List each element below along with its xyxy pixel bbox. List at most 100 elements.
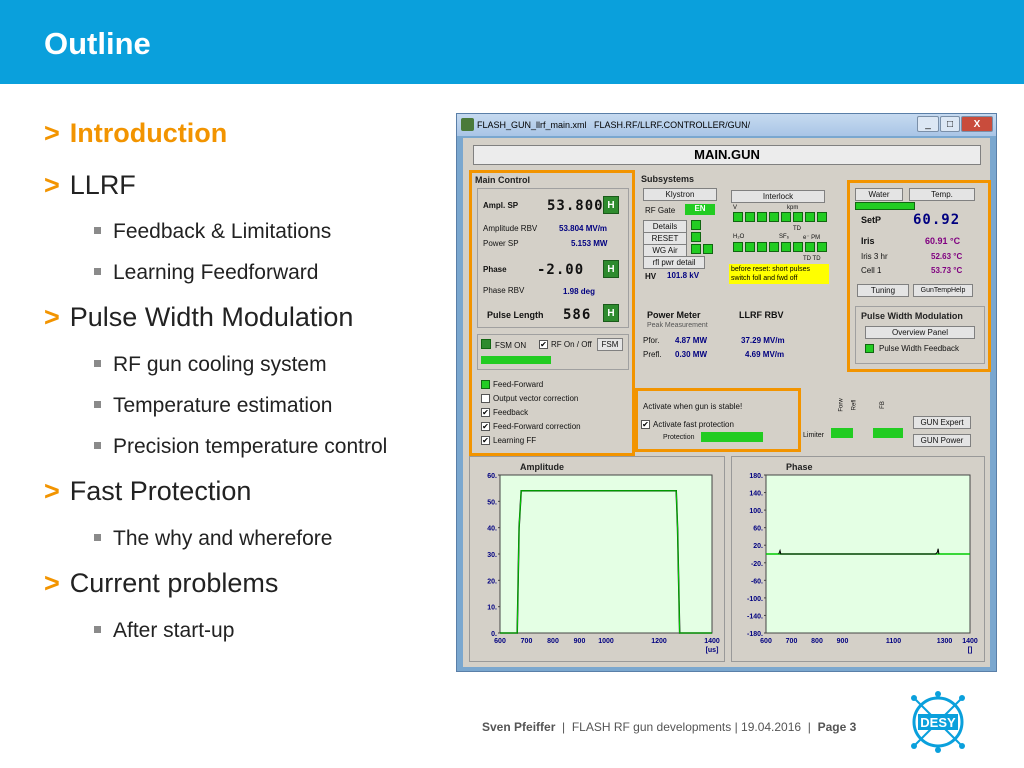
water-button[interactable]: Water	[855, 188, 903, 201]
app-icon	[461, 118, 474, 131]
ampl-sp-spinner[interactable]: 53.800	[547, 198, 604, 214]
y-tick-label: 40.	[487, 526, 497, 533]
pulse-length-spinner[interactable]: 586	[563, 307, 591, 323]
phase-label: Phase	[483, 265, 507, 274]
interlock-leds-row1	[733, 212, 827, 224]
feed-forward-label: Feed-Forward	[493, 380, 544, 389]
gun-expert-button[interactable]: GUN Expert	[913, 416, 971, 429]
power-sp-value: 5.153 MW	[571, 239, 608, 248]
pfor-label: Pfor.	[643, 336, 660, 345]
output-vector-label: Output vector correction	[493, 394, 579, 403]
y-tick-label: 140.	[749, 491, 763, 498]
x-tick-label: 1400	[962, 638, 978, 645]
hv-value: 101.8 kV	[667, 271, 700, 280]
phase-chart: Phase -180. -140. -100. -60. -20. 20. 60. 100. 14…	[747, 462, 978, 654]
y-tick-label: -100.	[747, 596, 763, 603]
pulse-length-label: Pulse Length	[487, 310, 544, 320]
limiter-led-2	[873, 428, 903, 438]
maximize-button[interactable]: □	[940, 116, 960, 132]
learning-ff-checkbox[interactable]: ✔	[481, 436, 490, 445]
ff-correction-checkbox[interactable]: ✔	[481, 422, 490, 431]
fast-protection-checkbox[interactable]: ✔	[641, 420, 650, 429]
rf-onoff-checkbox[interactable]: ✔	[539, 340, 548, 349]
x-tick-label: 800	[811, 638, 823, 645]
limiter-led-1	[831, 428, 853, 438]
amplitude-chart: Amplitude 0. 10. 20. 30. 40. 50. 60. 600 700 800 90…	[487, 462, 720, 654]
phase-rbv-value: 1.98 deg	[563, 287, 596, 296]
temp-button[interactable]: Temp.	[909, 188, 975, 201]
gun-temp-help-button[interactable]: GunTempHelp	[913, 284, 973, 297]
interlock-button[interactable]: Interlock	[731, 190, 825, 203]
y-tick-label: -60.	[751, 578, 763, 585]
ampl-hold-button[interactable]: H	[603, 196, 619, 214]
feedback-checkbox[interactable]: ✔	[481, 408, 490, 417]
ampl-sp-label: Ampl. SP	[483, 201, 519, 210]
phase-hold-button[interactable]: H	[603, 260, 619, 278]
rfl-pwr-detail-button[interactable]: rfl pwr detail	[643, 256, 705, 269]
pwm-title: Pulse Width Modulation	[861, 311, 963, 321]
rf-onoff-label: RF On / Off	[551, 340, 592, 349]
x-tick-label: 700	[786, 638, 798, 645]
feed-forward-checkbox[interactable]	[481, 380, 490, 389]
x-tick-label: 1100	[886, 638, 901, 645]
limiter-label: Limiter	[803, 432, 825, 439]
feedback-label: Feedback	[493, 408, 529, 417]
setp-spinner[interactable]: 60.92	[913, 212, 960, 228]
plot-area	[499, 474, 713, 634]
pwm-feedback-checkbox[interactable]	[865, 344, 874, 353]
ff-correction-label: Feed-Forward correction	[493, 422, 581, 431]
bullet-fast-protection: > Fast Protection	[44, 476, 252, 506]
prefl-value: 0.30 MW	[675, 350, 708, 359]
llrf-window: FLASH_GUN_llrf_main.xml FLASH.RF/LLRF.CO…	[456, 113, 997, 672]
window-titlebar[interactable]: FLASH_GUN_llrf_main.xml FLASH.RF/LLRF.CO…	[457, 114, 996, 136]
pulse-length-hold-button[interactable]: H	[603, 304, 619, 322]
gun-power-button[interactable]: GUN Power	[913, 434, 971, 447]
output-vector-checkbox[interactable]	[481, 394, 490, 403]
slide-footer: Sven Pfeiffer | FLASH RF gun development…	[482, 720, 857, 734]
water-status-bar	[855, 202, 915, 210]
interlock-v-label: V	[733, 205, 738, 211]
y-tick-label: 60.	[753, 526, 763, 533]
protection-status-bar	[701, 432, 763, 442]
window-client: MAIN.GUN Main Control Ampl. SP 53.800 H …	[463, 138, 991, 667]
window-title: FLASH_GUN_llrf_main.xml FLASH.RF/LLRF.CO…	[477, 120, 751, 130]
y-tick-label: 20.	[487, 578, 497, 585]
overview-panel-button[interactable]: Overview Panel	[865, 326, 975, 339]
interlock-note: before reset: short pulses switch foll a…	[729, 264, 829, 284]
power-meter-subtitle: Peak Measurement	[647, 322, 708, 329]
pwm-feedback-label: Pulse Width Feedback	[879, 344, 960, 353]
svg-text:DESY: DESY	[920, 715, 956, 730]
rf-gate-label: RF Gate	[645, 206, 676, 215]
close-button[interactable]: X	[961, 116, 993, 132]
fsm-status-bar	[481, 356, 551, 364]
klystron-button[interactable]: Klystron	[643, 188, 717, 201]
protection-title: Activate when gun is stable!	[643, 402, 743, 411]
power-meter-title: Power Meter	[647, 310, 701, 320]
td2-label: TD TD	[803, 256, 821, 262]
subbullet-temp-ctrl: Precision temperature control	[94, 435, 387, 459]
llrf-rbv-value-2: 4.69 MV/m	[745, 350, 785, 359]
amplitude-rbv-value: 53.804 MV/m	[559, 224, 608, 233]
iris3-value: 52.63 °C	[931, 252, 963, 261]
h2o-label: H₂O	[733, 234, 745, 240]
fsm-button[interactable]: FSM	[597, 338, 623, 351]
tuning-button[interactable]: Tuning	[857, 284, 909, 297]
y-tick-label: -20.	[751, 561, 763, 568]
y-tick-label: -180.	[747, 631, 763, 638]
klystron-led-2	[691, 232, 701, 242]
epm-label: e⁻ PM	[803, 235, 821, 241]
y-tick-label: 10.	[487, 605, 497, 612]
subbullet-cooling: RF gun cooling system	[94, 353, 327, 377]
phase-spinner[interactable]: -2.00	[537, 262, 584, 278]
desy-logo: DESY	[911, 691, 965, 753]
footer-topic: FLASH RF gun developments | 19.04.2016	[571, 720, 802, 734]
prefl-label: Prefl.	[643, 350, 662, 359]
bullet-introduction: > Introduction	[44, 118, 228, 148]
y-tick-label: 20.	[753, 543, 763, 550]
protection-label: Protection	[663, 434, 695, 441]
iris3-label: Iris 3 hr	[861, 252, 888, 261]
subsystems-title: Subsystems	[641, 174, 695, 184]
phase-rbv-label: Phase RBV	[483, 286, 525, 295]
minimize-button[interactable]: _	[917, 116, 939, 132]
x-axis-label: [us]	[706, 647, 719, 654]
